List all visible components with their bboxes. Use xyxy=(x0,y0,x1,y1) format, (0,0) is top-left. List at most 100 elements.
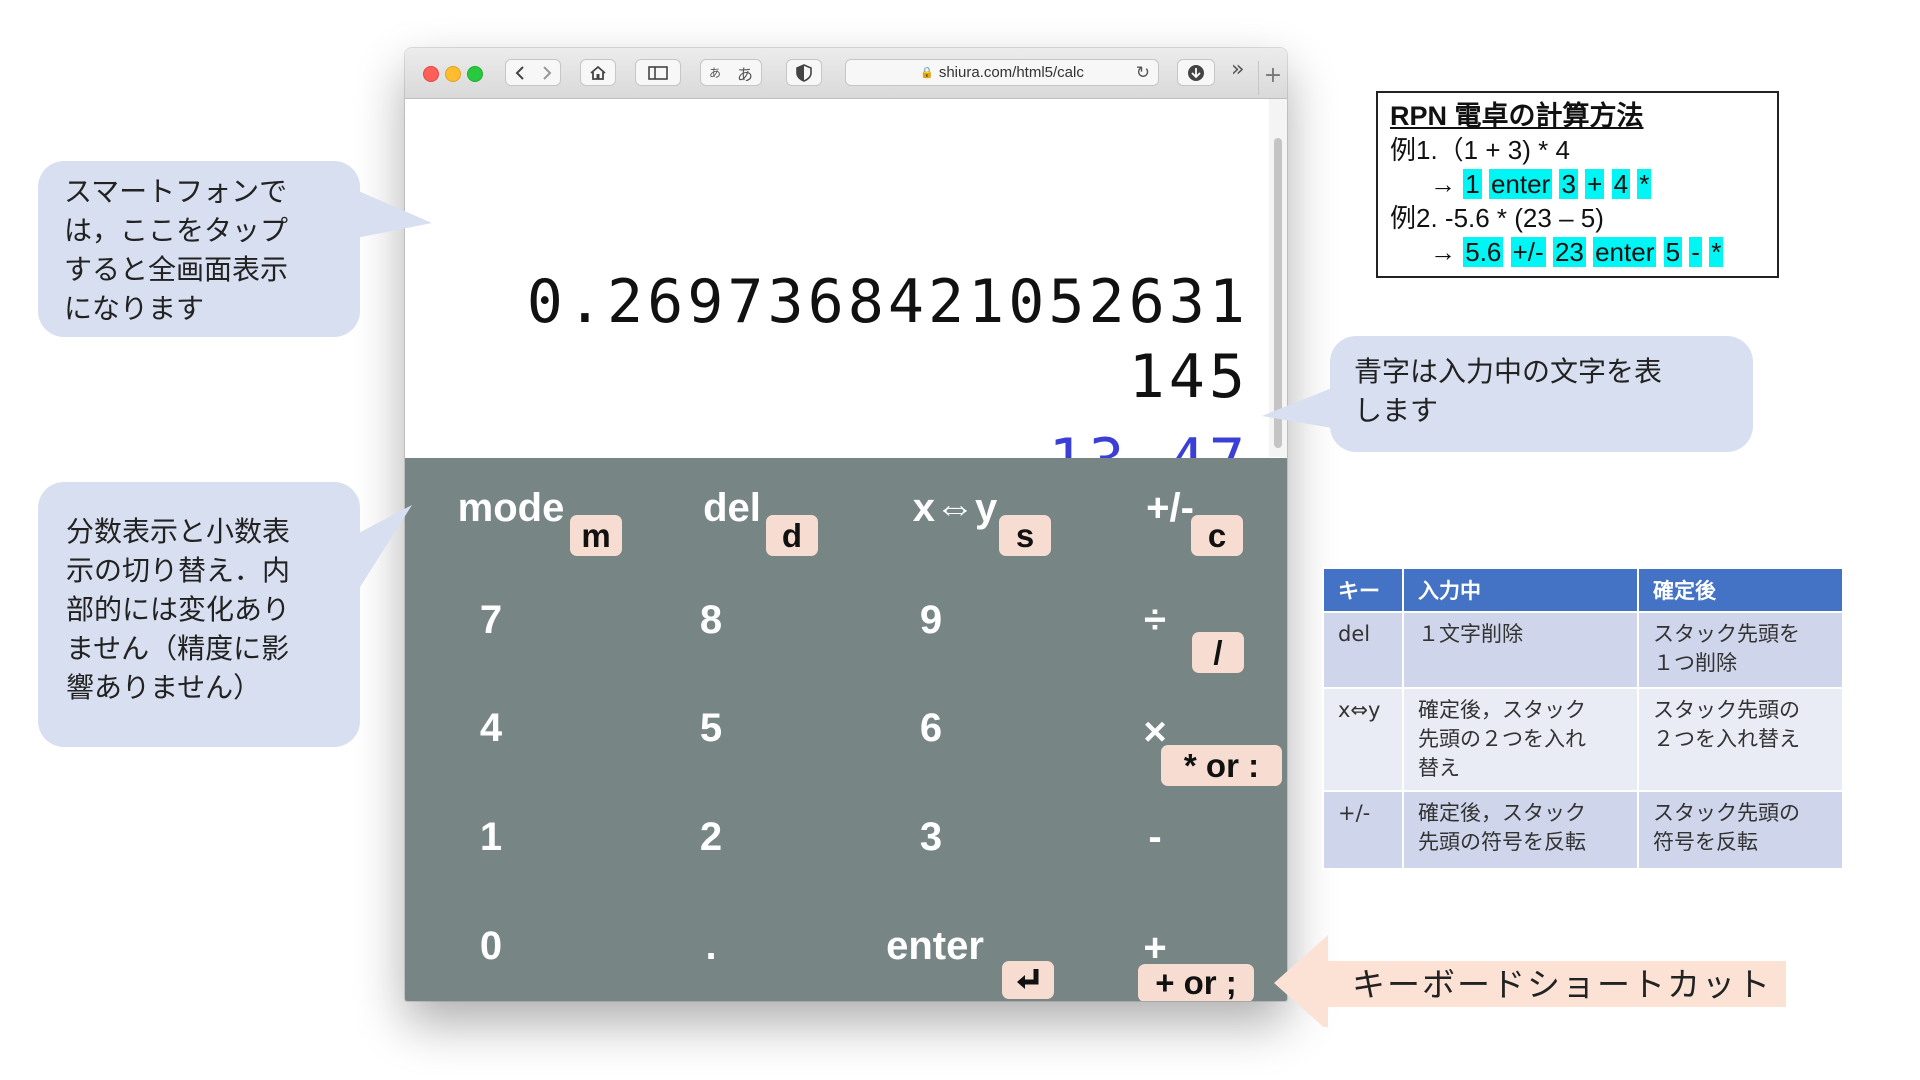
example1-keys: → 1 enter 3 + 4 * xyxy=(1390,167,1777,201)
home-button[interactable] xyxy=(580,59,616,86)
table-header: 確定後 xyxy=(1637,567,1844,613)
enter-key[interactable]: enter xyxy=(875,924,995,969)
key-chip: - xyxy=(1689,237,1702,267)
del-shortcut-badge: d xyxy=(766,515,818,556)
mode-shortcut-badge: m xyxy=(570,515,622,556)
key-0[interactable]: 0 xyxy=(461,924,521,969)
reload-icon[interactable]: ↻ xyxy=(1136,63,1150,83)
home-icon xyxy=(589,65,607,81)
lock-icon: 🔒 xyxy=(920,67,934,79)
callout-line: 分数表示と小数表 xyxy=(66,515,291,548)
shortcut-callout: キーボードショートカット xyxy=(1274,935,1786,1027)
divide-shortcut-badge: / xyxy=(1192,632,1244,673)
multiply-shortcut-badge: * or : xyxy=(1161,745,1282,786)
callout-line: 青字は入力中の文字を表 xyxy=(1354,355,1663,388)
table-header: キー xyxy=(1322,567,1404,613)
key-chip: 4 xyxy=(1611,169,1631,199)
divide-key[interactable]: ÷ xyxy=(1125,598,1185,643)
callout-line: ません（精度に影 xyxy=(66,632,290,665)
key-chip: + xyxy=(1585,169,1605,199)
download-icon xyxy=(1187,64,1205,82)
swap-key[interactable]: x⇔y xyxy=(900,486,1010,531)
key-chip: 3 xyxy=(1559,169,1578,199)
key-chip: 5 xyxy=(1663,237,1683,267)
table-row: del １文字削除 スタック先頭を １つ削除 xyxy=(1322,611,1844,689)
key-3[interactable]: 3 xyxy=(901,815,961,860)
decimal-key[interactable]: . xyxy=(681,924,741,969)
address-bar[interactable]: 🔒 shiura.com/html5/calc ↻ xyxy=(845,59,1159,86)
calculator-display[interactable]: 0.2697368421052631 145 13.47 xyxy=(405,99,1287,496)
key-chip: enter xyxy=(1593,237,1657,267)
forward-icon[interactable] xyxy=(541,65,553,81)
text-larger-button[interactable]: あ xyxy=(737,61,753,85)
zoom-window-button[interactable] xyxy=(467,66,483,82)
callout-line: 響ありません） xyxy=(66,671,262,704)
callout-line: スマートフォンで xyxy=(64,175,288,208)
key-2[interactable]: 2 xyxy=(681,815,741,860)
url-text: shiura.com/html5/calc xyxy=(938,64,1084,81)
key-7[interactable]: 7 xyxy=(461,598,521,643)
key-behavior-table: キー 入力中 確定後 del １文字削除 スタック先頭を １つ削除 x⇔y 確定… xyxy=(1322,567,1844,870)
back-icon[interactable] xyxy=(514,65,526,81)
new-tab-button[interactable]: + xyxy=(1258,61,1287,95)
table-row: +/- 確定後，スタック 先頭の符号を反転 スタック先頭の 符号を反転 xyxy=(1322,790,1844,870)
cell-line: 先頭の符号を反転 xyxy=(1418,830,1586,854)
download-button[interactable] xyxy=(1177,59,1215,86)
key-chip: +/- xyxy=(1510,237,1546,267)
del-key[interactable]: del xyxy=(687,486,777,531)
cell-line: １つ削除 xyxy=(1653,651,1737,675)
key-chip: 23 xyxy=(1552,237,1586,267)
callout-tail xyxy=(1262,388,1332,428)
keypad: mode m del d x⇔y s +/- c 7 8 9 ÷ / 4 5 6… xyxy=(405,458,1287,1001)
key-4[interactable]: 4 xyxy=(461,706,521,751)
divide-key-label: ÷ xyxy=(1144,598,1166,642)
fullscreen-callout: スマートフォンで は，ここをタップ すると全画面表示 になります xyxy=(38,161,360,337)
table-cell: スタック先頭の ２つを入れ替え xyxy=(1637,687,1844,792)
key-chip: enter xyxy=(1488,169,1553,199)
callout-line: になります xyxy=(64,292,205,325)
minimize-window-button[interactable] xyxy=(445,66,461,82)
callout-line: すると全画面表示 xyxy=(64,253,289,286)
rpn-title: RPN 電卓の計算方法 xyxy=(1390,101,1644,131)
cell-line: ２つを入れ替え xyxy=(1653,727,1800,751)
mode-key[interactable]: mode xyxy=(441,486,581,531)
key-6[interactable]: 6 xyxy=(901,706,961,751)
cell-line: 符号を反転 xyxy=(1653,830,1758,854)
cell-line: 確定後，スタック xyxy=(1418,698,1586,722)
more-tabs-icon[interactable]: » xyxy=(1231,57,1244,82)
table-cell: +/- xyxy=(1322,790,1404,870)
return-icon xyxy=(1002,961,1054,999)
sidebar-icon xyxy=(648,65,668,81)
table-cell: del xyxy=(1322,611,1404,689)
callout-tail xyxy=(355,505,412,595)
swap-shortcut-badge: s xyxy=(999,515,1051,556)
key-1[interactable]: 1 xyxy=(461,815,521,860)
browser-window: あ あ 🔒 shiura.com/html5/calc ↻ » + 0.2697… xyxy=(405,48,1287,1001)
minus-key[interactable]: - xyxy=(1125,815,1185,860)
table-header-row: キー 入力中 確定後 xyxy=(1322,567,1844,613)
shortcut-label: キーボードショートカット xyxy=(1352,965,1772,1004)
key-8[interactable]: 8 xyxy=(681,598,741,643)
key-5[interactable]: 5 xyxy=(681,706,741,751)
privacy-button[interactable] xyxy=(786,59,822,86)
swap-key-label: x⇔y xyxy=(912,486,998,530)
table-cell: スタック先頭の 符号を反転 xyxy=(1637,790,1844,870)
blue-text-callout: 青字は入力中の文字を表 します xyxy=(1330,336,1753,452)
callout-tail xyxy=(356,190,432,238)
key-chip: 5.6 xyxy=(1463,237,1504,267)
stack-value-2: 0.2697368421052631 xyxy=(526,267,1249,337)
cell-line: 確定後，スタック xyxy=(1418,801,1586,825)
table-cell: x⇔y xyxy=(1322,687,1404,792)
mode-key-label: mode xyxy=(457,486,565,530)
sidebar-button[interactable] xyxy=(635,59,681,86)
table-cell: 確定後，スタック 先頭の符号を反転 xyxy=(1402,790,1639,870)
key-chip: * xyxy=(1637,169,1652,199)
key-9[interactable]: 9 xyxy=(901,598,961,643)
callout-line: します xyxy=(1354,394,1439,427)
cell-line: 先頭の２つを入れ xyxy=(1418,727,1586,751)
text-smaller-button[interactable]: あ xyxy=(709,64,721,81)
rpn-explanation-box: RPN 電卓の計算方法 例1.（1 + 3) * 4 → 1 enter 3 +… xyxy=(1376,91,1779,278)
plus-shortcut-badge: + or ; xyxy=(1138,964,1254,1001)
close-window-button[interactable] xyxy=(423,66,439,82)
table-cell: スタック先頭を １つ削除 xyxy=(1637,611,1844,689)
